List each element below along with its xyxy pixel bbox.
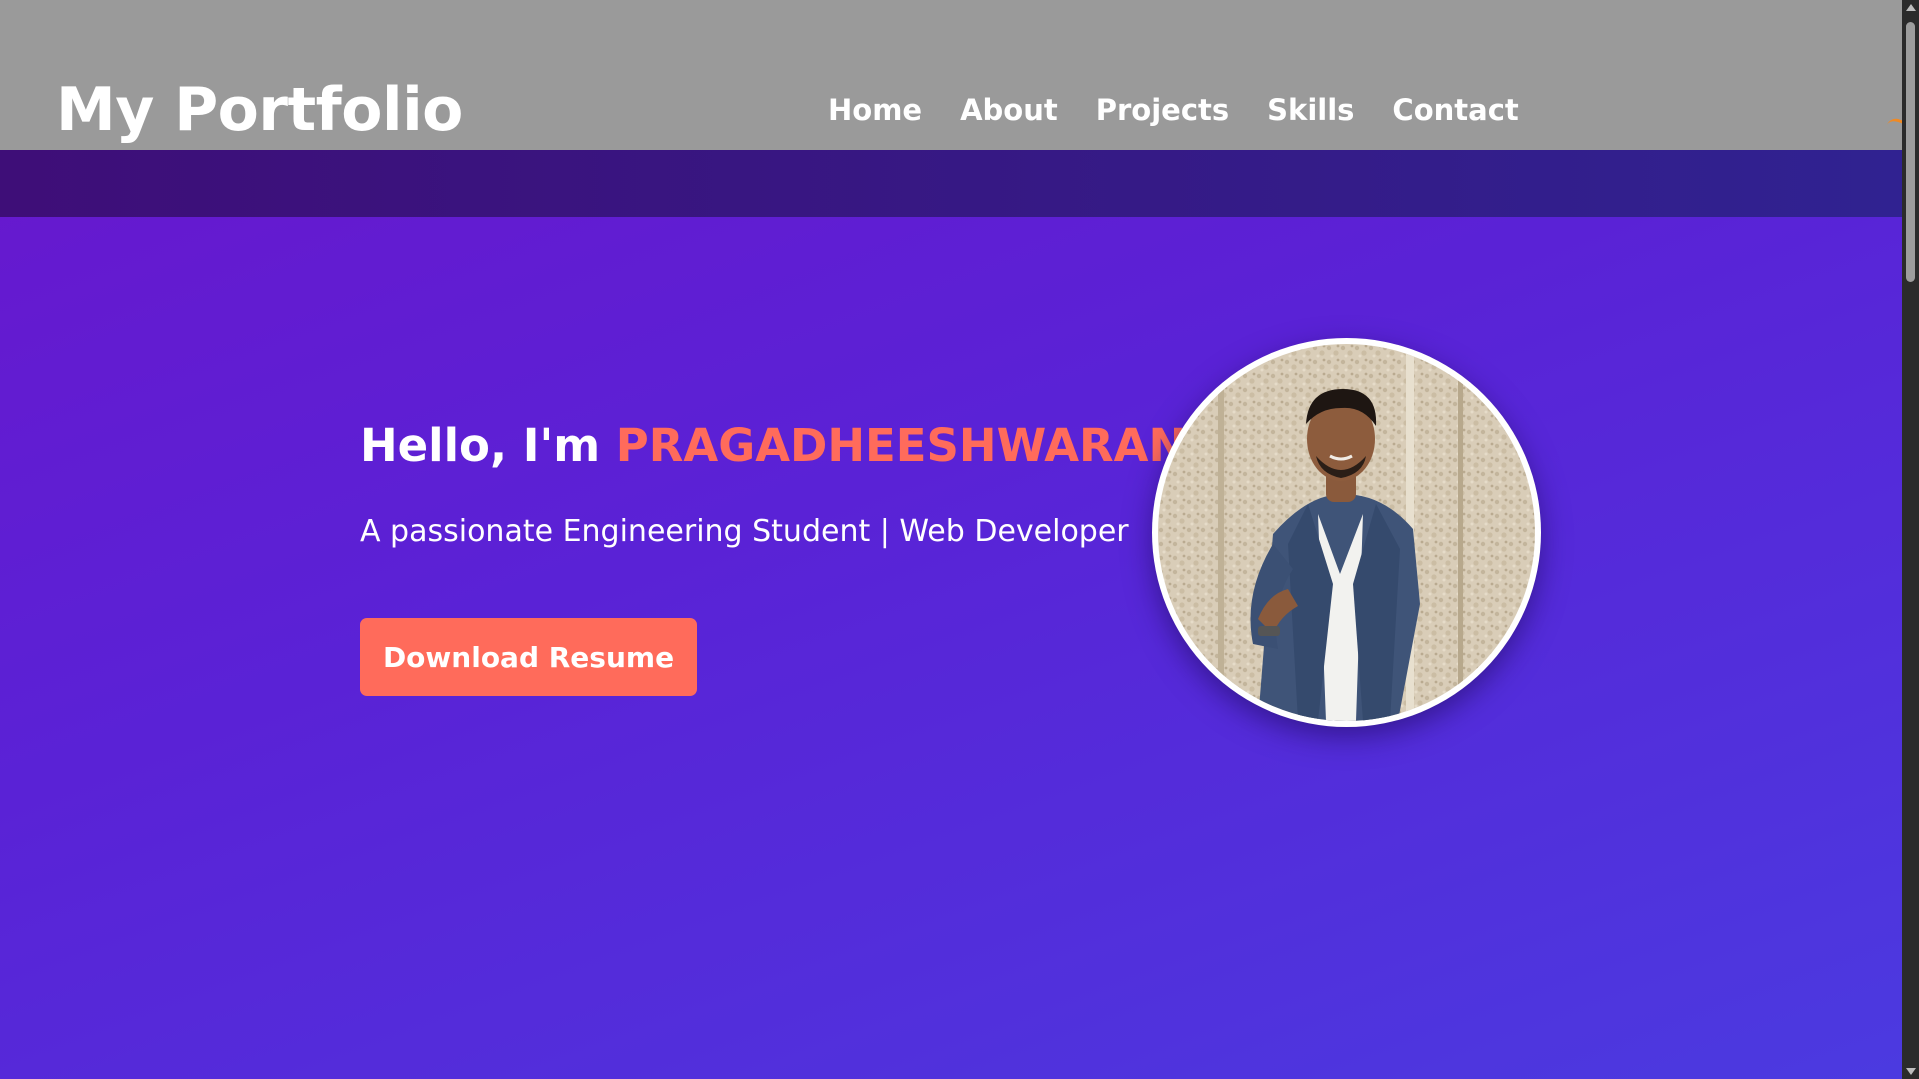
- profile-photo: [1152, 338, 1541, 727]
- scrollbar-thumb[interactable]: [1906, 22, 1915, 282]
- hero-heading: Hello, I'm PRAGADHEESHWARAN: [360, 416, 1186, 476]
- nav-link-home[interactable]: Home: [828, 88, 922, 132]
- hero-greeting-text: Hello, I'm: [360, 419, 616, 472]
- nav-link-projects[interactable]: Projects: [1096, 88, 1229, 132]
- nav-link-skills[interactable]: Skills: [1267, 88, 1354, 132]
- hero-name: PRAGADHEESHWARAN: [615, 419, 1187, 472]
- navbar: My Portfolio Home About Projects Skills …: [0, 0, 1902, 150]
- scrollbar[interactable]: [1902, 0, 1919, 1079]
- hero-subtitle: A passionate Engineering Student | Web D…: [360, 514, 1129, 549]
- decorative-corner-mark: [1886, 115, 1902, 131]
- scroll-up-arrow-icon[interactable]: [1906, 4, 1916, 11]
- nav-links: Home About Projects Skills Contact: [828, 88, 1519, 132]
- nav-link-contact[interactable]: Contact: [1392, 88, 1518, 132]
- nav-link-about[interactable]: About: [960, 88, 1058, 132]
- site-logo[interactable]: My Portfolio: [56, 74, 463, 146]
- header-band: [0, 150, 1902, 217]
- scroll-down-arrow-icon[interactable]: [1906, 1068, 1916, 1075]
- profile-photo-image: [1158, 344, 1535, 721]
- portfolio-page: My Portfolio Home About Projects Skills …: [0, 0, 1902, 1079]
- download-resume-button[interactable]: Download Resume: [360, 618, 697, 696]
